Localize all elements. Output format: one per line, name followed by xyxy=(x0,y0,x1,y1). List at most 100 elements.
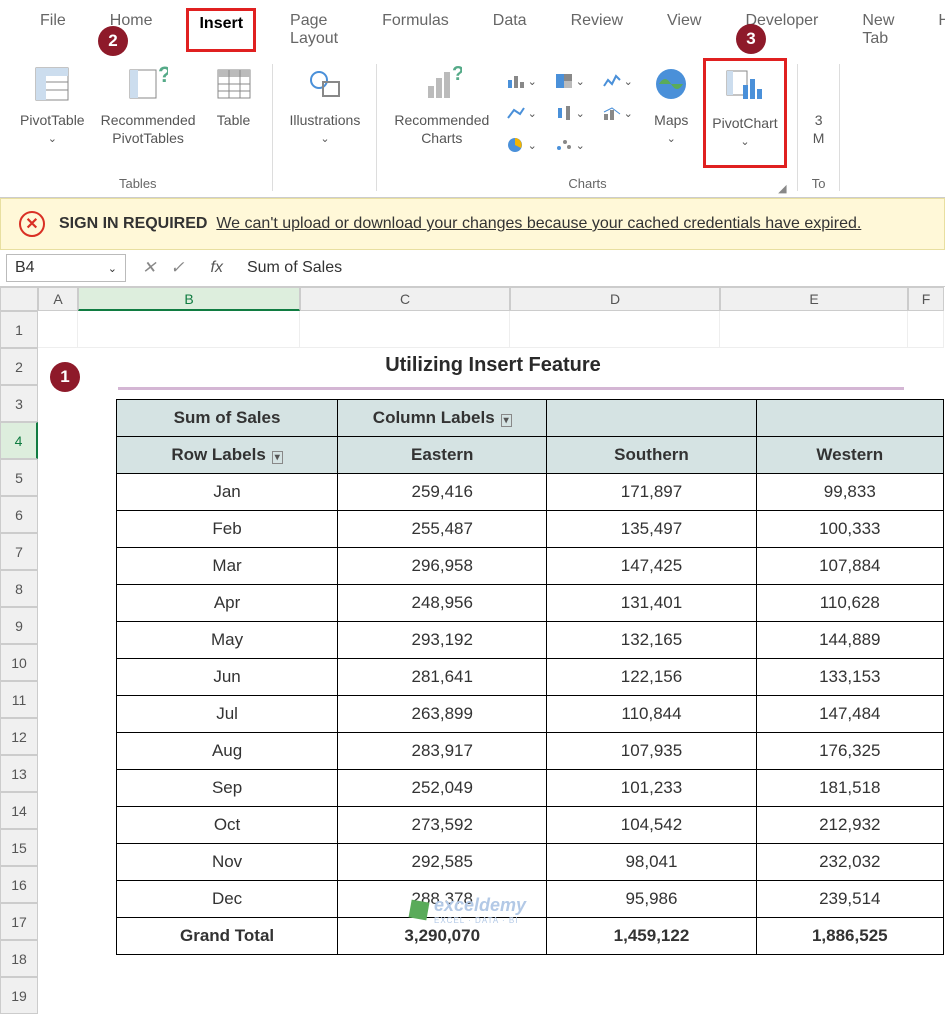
row-header[interactable]: 19 xyxy=(0,977,38,1014)
insert-function-icon[interactable]: fx xyxy=(201,259,233,277)
name-box[interactable]: B4⌄ xyxy=(6,254,126,282)
row-header[interactable]: 13 xyxy=(0,755,38,792)
pivot-cell[interactable]: 95,986 xyxy=(547,881,756,918)
illustrations-button[interactable]: Illustrations⌄ xyxy=(284,58,367,168)
tab-insert[interactable]: Insert xyxy=(186,8,256,52)
pivot-cell[interactable]: 281,641 xyxy=(338,659,547,696)
pivot-cell[interactable]: 107,884 xyxy=(756,548,943,585)
close-warning-icon[interactable]: ✕ xyxy=(19,211,45,237)
row-header[interactable]: 9 xyxy=(0,607,38,644)
tab-formulas[interactable]: Formulas xyxy=(372,8,459,52)
pivot-cell[interactable]: 296,958 xyxy=(338,548,547,585)
cancel-formula-icon[interactable]: ✕ xyxy=(142,258,156,278)
pivot-row-label[interactable]: Mar xyxy=(117,548,338,585)
pivot-col-header[interactable]: Eastern xyxy=(338,437,547,474)
statistic-chart-button[interactable]: ⌄ xyxy=(547,104,591,122)
warning-message-link[interactable]: We can't upload or download your changes… xyxy=(216,215,861,232)
tab-new[interactable]: New Tab xyxy=(852,8,904,52)
row-header[interactable]: 11 xyxy=(0,681,38,718)
tab-file[interactable]: File xyxy=(30,8,76,52)
row-header[interactable]: 8 xyxy=(0,570,38,607)
pivot-row-label[interactable]: Nov xyxy=(117,844,338,881)
maps-button[interactable]: Maps⌄ xyxy=(643,58,699,168)
row-header[interactable]: 7 xyxy=(0,533,38,570)
row-header[interactable]: 16 xyxy=(0,866,38,903)
tab-partial[interactable]: H xyxy=(928,8,945,52)
row-header[interactable]: 17 xyxy=(0,903,38,940)
pivot-row-label[interactable]: Aug xyxy=(117,733,338,770)
pivot-cell[interactable]: 232,032 xyxy=(756,844,943,881)
charts-dialog-launcher[interactable]: ◢ xyxy=(776,182,788,195)
recommended-charts-button[interactable]: ? Recommended Charts xyxy=(388,58,495,168)
filter-dropdown-icon[interactable]: ▾ xyxy=(501,414,512,427)
pivot-cell[interactable]: 273,592 xyxy=(338,807,547,844)
row-header[interactable]: 18 xyxy=(0,940,38,977)
tab-view[interactable]: View xyxy=(657,8,711,52)
row-header[interactable]: 14 xyxy=(0,792,38,829)
pivot-cell[interactable]: 147,425 xyxy=(547,548,756,585)
pivot-cell[interactable]: 144,889 xyxy=(756,622,943,659)
pivot-row-label[interactable]: Apr xyxy=(117,585,338,622)
pivot-cell[interactable]: 252,049 xyxy=(338,770,547,807)
pivot-total-cell[interactable]: 1,459,122 xyxy=(547,918,756,955)
pivot-cell[interactable]: 259,416 xyxy=(338,474,547,511)
pivot-row-label[interactable]: Jan xyxy=(117,474,338,511)
row-header[interactable]: 6 xyxy=(0,496,38,533)
pivotchart-button[interactable]: PivotChart⌄ xyxy=(703,58,786,168)
col-header[interactable]: D xyxy=(510,287,720,311)
partial-button[interactable]: 3 M xyxy=(809,58,829,168)
pivot-cell[interactable]: 135,497 xyxy=(547,511,756,548)
pivot-row-labels-header[interactable]: Row Labels▾ xyxy=(117,437,338,474)
tab-review[interactable]: Review xyxy=(561,8,633,52)
pivot-cell[interactable]: 99,833 xyxy=(756,474,943,511)
col-header[interactable]: A xyxy=(38,287,78,311)
recommended-pivottables-button[interactable]: ? Recommended PivotTables xyxy=(95,58,202,168)
pivot-cell[interactable]: 239,514 xyxy=(756,881,943,918)
select-all-corner[interactable] xyxy=(0,287,38,311)
enter-formula-icon[interactable]: ✓ xyxy=(170,258,184,278)
pivot-col-header[interactable]: Western xyxy=(756,437,943,474)
row-header[interactable]: 3 xyxy=(0,385,38,422)
pivottable-button[interactable]: PivotTable⌄ xyxy=(14,58,91,168)
pivot-cell[interactable]: 104,542 xyxy=(547,807,756,844)
col-header[interactable]: F xyxy=(908,287,944,311)
pivot-total-cell[interactable]: 1,886,525 xyxy=(756,918,943,955)
pivot-cell[interactable]: 100,333 xyxy=(756,511,943,548)
pivot-row-label[interactable]: Feb xyxy=(117,511,338,548)
pivot-grand-total-label[interactable]: Grand Total xyxy=(117,918,338,955)
sheet-body[interactable]: A B C D E F 1 Utilizing Insert Feature S… xyxy=(38,287,944,1014)
combo-chart-button[interactable]: ⌄ xyxy=(595,104,639,122)
tab-page-layout[interactable]: Page Layout xyxy=(280,8,348,52)
pivot-row-label[interactable]: Sep xyxy=(117,770,338,807)
pivot-col-header[interactable]: Southern xyxy=(547,437,756,474)
pivot-cell[interactable]: 101,233 xyxy=(547,770,756,807)
pivot-row-label[interactable]: Dec xyxy=(117,881,338,918)
row-header[interactable]: 1 xyxy=(0,311,38,348)
pivot-cell[interactable]: 255,487 xyxy=(338,511,547,548)
pivot-corner-cell[interactable]: Sum of Sales xyxy=(117,400,338,437)
pie-chart-button[interactable]: ⌄ xyxy=(499,136,543,154)
row-header[interactable]: 10 xyxy=(0,644,38,681)
hierarchy-chart-button[interactable]: ⌄ xyxy=(547,72,591,90)
row-header[interactable]: 12 xyxy=(0,718,38,755)
table-button[interactable]: Table xyxy=(206,58,262,168)
pivot-row-label[interactable]: Jun xyxy=(117,659,338,696)
column-chart-button[interactable]: ⌄ xyxy=(499,72,543,90)
row-header[interactable]: 2 xyxy=(0,348,38,385)
col-header[interactable]: B xyxy=(78,287,300,311)
line-chart-button[interactable]: ⌄ xyxy=(499,104,543,122)
row-header[interactable]: 15 xyxy=(0,829,38,866)
pivot-cell[interactable]: 131,401 xyxy=(547,585,756,622)
pivot-cell[interactable]: 181,518 xyxy=(756,770,943,807)
pivot-cell[interactable]: 122,156 xyxy=(547,659,756,696)
pivot-cell[interactable]: 98,041 xyxy=(547,844,756,881)
pivot-cell[interactable]: 212,932 xyxy=(756,807,943,844)
pivot-cell[interactable]: 132,165 xyxy=(547,622,756,659)
pivot-table[interactable]: Sum of Sales Column Labels▾ Row Labels▾ … xyxy=(116,399,944,955)
filter-dropdown-icon[interactable]: ▾ xyxy=(272,451,283,464)
pivot-row-label[interactable]: May xyxy=(117,622,338,659)
pivot-cell[interactable]: 176,325 xyxy=(756,733,943,770)
row-header[interactable]: 4 xyxy=(0,422,38,459)
col-header[interactable]: C xyxy=(300,287,510,311)
pivot-row-label[interactable]: Jul xyxy=(117,696,338,733)
